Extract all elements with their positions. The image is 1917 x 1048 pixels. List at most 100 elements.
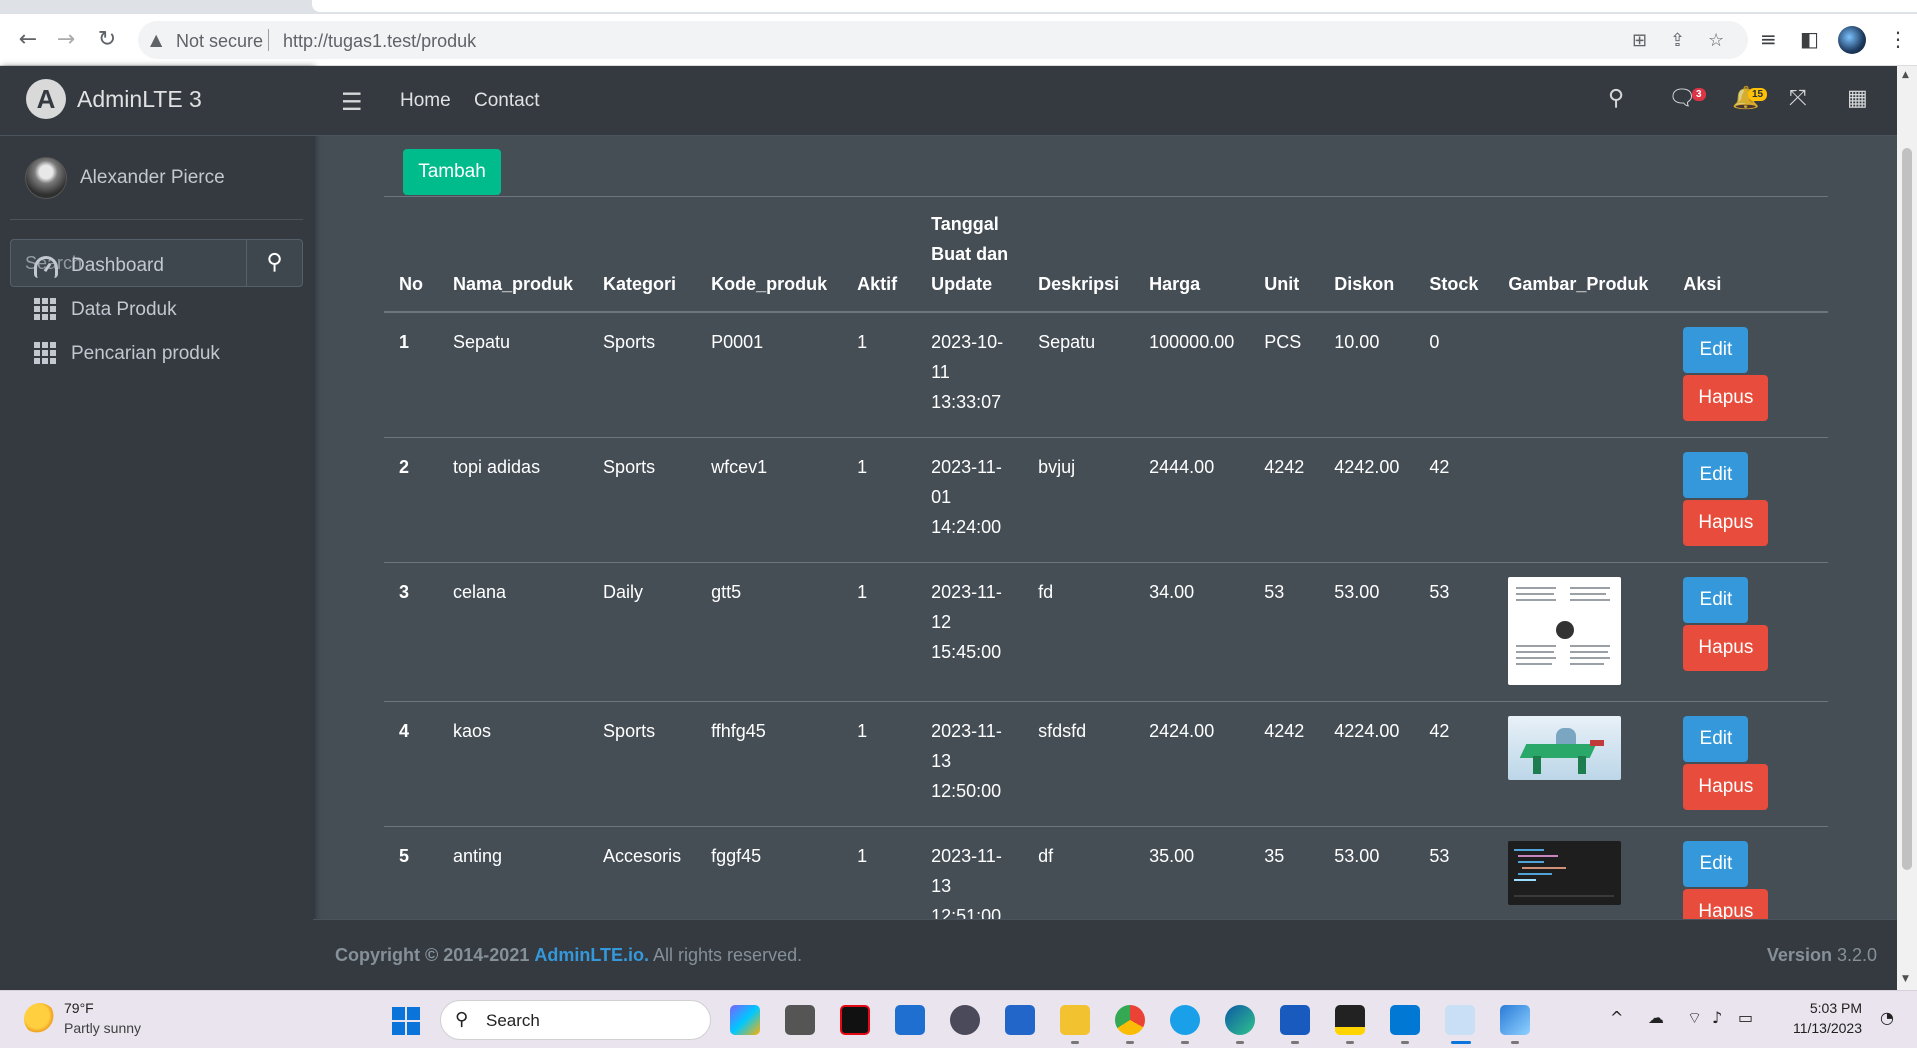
sidebar-item-pencarian-produk[interactable]: Pencarian produk: [10, 330, 303, 378]
table-row: 2 topi adidas Sports wfcev1 1 2023-11-01…: [384, 436, 1828, 562]
control-sidebar-icon[interactable]: ▦: [1847, 86, 1868, 111]
copilot-icon[interactable]: [730, 1005, 760, 1035]
volume-icon[interactable]: ♪: [1712, 1008, 1722, 1027]
sticky-notes-icon[interactable]: [1335, 1005, 1365, 1035]
chevron-up-icon[interactable]: ^: [1610, 1008, 1623, 1027]
app-icon[interactable]: [950, 1005, 980, 1035]
product-image-thumbnail: [1508, 715, 1622, 780]
snipping-tool-icon[interactable]: [1445, 1005, 1475, 1035]
windows-start-icon[interactable]: [392, 1007, 420, 1035]
cell-kode: fggf45: [696, 825, 843, 919]
address-bar[interactable]: ▲ Not secure http://tugas1.test/produk ⊞…: [138, 21, 1748, 59]
cell-unit: PCS: [1249, 311, 1320, 437]
delete-button[interactable]: Hapus: [1683, 763, 1769, 810]
col-header: Harga: [1134, 196, 1250, 313]
cell-no: 5: [384, 825, 438, 919]
task-view-icon[interactable]: [785, 1005, 815, 1035]
scroll-thumb[interactable]: [1902, 148, 1912, 870]
store-icon[interactable]: [895, 1005, 925, 1035]
col-header: Tanggal Buat dan Update: [916, 196, 1024, 313]
fullscreen-icon[interactable]: ⤧: [1789, 86, 1807, 111]
cell-diskon: 10.00: [1319, 311, 1415, 437]
reload-icon[interactable]: ↻: [93, 26, 121, 54]
cell-aktif: 1: [842, 825, 917, 919]
main-footer: Copyright © 2014-2021 AdminLTE.io. All r…: [313, 919, 1897, 990]
running-indicator: [1071, 1041, 1079, 1044]
share-icon[interactable]: ⇪: [1670, 30, 1685, 51]
search-icon[interactable]: ⚲: [1608, 86, 1624, 111]
add-product-button[interactable]: Tambah: [403, 149, 501, 195]
delete-button[interactable]: Hapus: [1683, 375, 1769, 421]
taskbar-search-label: Search: [486, 1011, 540, 1030]
sidebar-item-dashboard-wrap[interactable]: Dashboard: [10, 242, 303, 290]
word-icon[interactable]: [1280, 1005, 1310, 1035]
active-tab[interactable]: [312, 0, 1917, 12]
edit-button[interactable]: Edit: [1683, 715, 1749, 762]
reading-list-icon[interactable]: ≡: [1760, 27, 1777, 51]
bing-icon[interactable]: [1005, 1005, 1035, 1035]
cell-stock: 0: [1414, 311, 1494, 437]
cell-tanggal: 2023-11-13 12:50:00: [916, 700, 1024, 826]
cell-no: 3: [384, 561, 438, 701]
browser-menu-icon[interactable]: ⋮: [1888, 27, 1908, 51]
netflix-icon[interactable]: [840, 1005, 870, 1035]
weather-temperature[interactable]: 79°F: [64, 1000, 94, 1016]
clock-time[interactable]: 5:03 PM: [1782, 1000, 1862, 1016]
cell-deskripsi: fd: [1023, 561, 1135, 701]
edit-button[interactable]: Edit: [1683, 840, 1749, 887]
cell-aktif: 1: [842, 436, 917, 562]
battery-icon[interactable]: ▭: [1738, 1008, 1753, 1027]
bookmark-star-icon[interactable]: ☆: [1708, 30, 1724, 51]
edit-button[interactable]: Edit: [1683, 451, 1749, 498]
cell-tanggal: 2023-11-01 14:24:00: [916, 436, 1024, 562]
translate-icon[interactable]: ⊞: [1632, 30, 1647, 51]
cell-tanggal: 2023-11-13 12:51:00: [916, 825, 1024, 919]
delete-button[interactable]: Hapus: [1683, 624, 1769, 671]
edge-beta-icon[interactable]: [1170, 1005, 1200, 1035]
nav-link-contact[interactable]: Contact: [474, 90, 539, 112]
delete-button[interactable]: Hapus: [1683, 499, 1769, 546]
edit-button[interactable]: Edit: [1683, 327, 1749, 373]
menu-toggle-icon[interactable]: ☰: [341, 88, 363, 116]
forward-icon[interactable]: →: [52, 26, 80, 54]
user-name[interactable]: Alexander Pierce: [80, 167, 225, 189]
file-explorer-icon[interactable]: [1060, 1005, 1090, 1035]
photos-icon[interactable]: [1500, 1005, 1530, 1035]
running-indicator: [1346, 1041, 1354, 1044]
main-sidebar: A AdminLTE 3 Alexander Pierce ⚲ Dashboar…: [0, 66, 313, 990]
sidebar-item-label: Dashboard: [71, 255, 164, 276]
edge-icon[interactable]: [1225, 1005, 1255, 1035]
notification-icon[interactable]: ◔: [1880, 1008, 1894, 1027]
security-label: Not secure: [176, 31, 264, 51]
comments-icon[interactable]: 🗨: [1668, 86, 1696, 111]
vscode-icon[interactable]: [1390, 1005, 1420, 1035]
back-icon[interactable]: ←: [14, 26, 42, 54]
wifi-icon[interactable]: ⌔: [1687, 1008, 1702, 1028]
cell-diskon: 53.00: [1319, 825, 1415, 919]
scroll-up-icon[interactable]: ▲: [1902, 70, 1909, 80]
brand-link[interactable]: A AdminLTE 3: [0, 66, 313, 136]
version-number: 3.2.0: [1836, 945, 1877, 965]
active-indicator: [1451, 1041, 1471, 1044]
scroll-down-icon[interactable]: ▼: [1902, 974, 1909, 984]
running-indicator: [1236, 1041, 1244, 1044]
clock-date[interactable]: 11/13/2023: [1782, 1020, 1862, 1036]
cell-deskripsi: Sepatu: [1023, 311, 1135, 437]
version-label: Version: [1766, 945, 1832, 965]
cell-aksi: Edit Hapus: [1668, 311, 1828, 437]
page-scrollbar[interactable]: ▲ ▼: [1897, 66, 1917, 990]
side-panel-icon[interactable]: ◧: [1800, 27, 1819, 51]
weather-sun-icon[interactable]: [24, 1003, 56, 1035]
chrome-icon[interactable]: [1115, 1005, 1145, 1035]
edit-button[interactable]: Edit: [1683, 576, 1749, 623]
delete-button[interactable]: Hapus: [1683, 888, 1769, 919]
nav-link-home[interactable]: Home: [400, 90, 451, 112]
sidebar-item-data-produk[interactable]: Data Produk: [10, 286, 303, 334]
url-text[interactable]: http://tugas1.test/produk: [283, 31, 476, 52]
adminlte-link[interactable]: AdminLTE.io.: [534, 945, 649, 965]
weather-condition[interactable]: Partly sunny: [64, 1020, 141, 1036]
running-indicator: [1181, 1041, 1189, 1044]
cloud-icon[interactable]: ☁: [1648, 1008, 1664, 1027]
taskbar-search[interactable]: ⚲ Search: [440, 1000, 711, 1040]
profile-avatar[interactable]: [1838, 26, 1866, 54]
